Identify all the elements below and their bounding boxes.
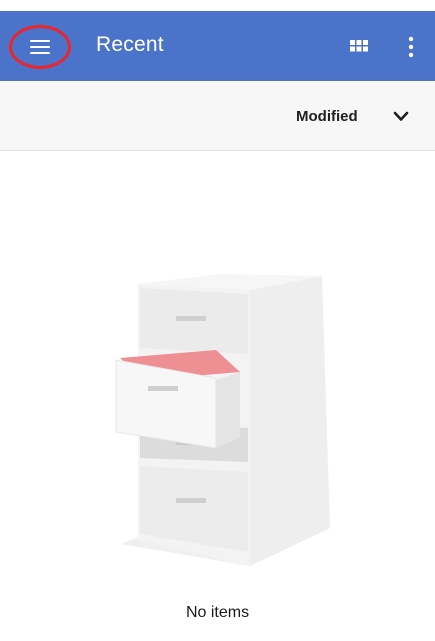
grid-view-button[interactable] <box>348 36 370 58</box>
app-screen: Recent Modified No items <box>0 0 435 641</box>
file-cabinet-illustration <box>100 262 340 578</box>
more-options-button[interactable] <box>402 34 420 60</box>
app-bar: Recent <box>0 11 435 81</box>
sort-bar: Modified <box>0 81 435 151</box>
chevron-down-icon <box>393 111 409 121</box>
hamburger-menu-icon <box>30 39 50 55</box>
empty-state-message: No items <box>185 604 250 621</box>
sort-dropdown-button[interactable] <box>392 110 410 124</box>
status-strip <box>0 0 435 11</box>
page-title: Recent <box>96 33 164 56</box>
more-vert-icon <box>408 36 414 58</box>
sort-dropdown-label[interactable]: Modified <box>296 108 358 125</box>
grid-view-icon <box>350 40 368 52</box>
menu-button[interactable] <box>9 25 71 69</box>
